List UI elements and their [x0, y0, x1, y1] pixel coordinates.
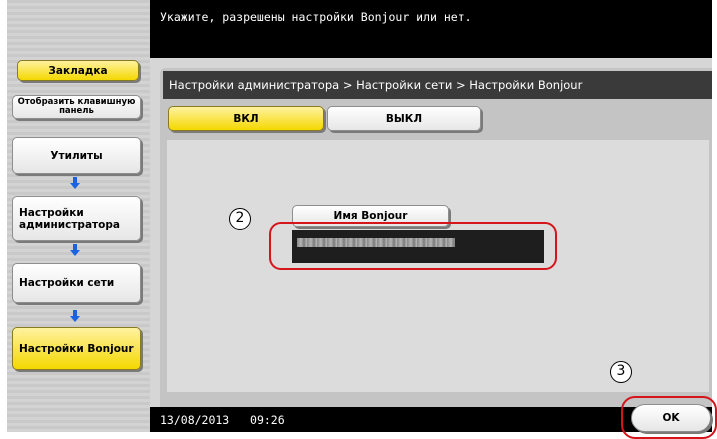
nav-bonjour-settings[interactable]: Настройки Bonjour: [12, 327, 141, 370]
time-text: 09:26: [250, 413, 285, 427]
datetime: 13/08/2013 09:26: [160, 413, 285, 427]
message-bar: Укажите, разрешены настройки Bonjour или…: [150, 0, 712, 58]
nav-network-settings-label: Настройки сети: [19, 277, 115, 289]
nav-network-settings[interactable]: Настройки сети: [12, 263, 141, 303]
toggle-on-button[interactable]: ВКЛ: [168, 106, 324, 131]
toggle-off-label: ВЫКЛ: [385, 112, 423, 125]
instruction-text: Укажите, разрешены настройки Bonjour или…: [160, 10, 472, 24]
bookmark-button[interactable]: Закладка: [17, 60, 139, 81]
nav-utilities-label: Утилиты: [50, 149, 103, 162]
nav-utilities[interactable]: Утилиты: [12, 137, 141, 174]
toggle-on-label: ВКЛ: [233, 112, 259, 125]
nav-admin-settings-label: Настройки администратора: [19, 206, 120, 231]
keyboard-panel-label: Отобразить клавишную панель: [17, 97, 136, 116]
step-2-callout: 2: [229, 208, 251, 230]
date-text: 13/08/2013: [160, 413, 230, 427]
bonjour-name-label: Имя Bonjour: [333, 210, 408, 222]
breadcrumb: Настройки администратора > Настройки сет…: [163, 71, 712, 99]
ok-highlight-frame: [621, 396, 717, 439]
toggle-off-button[interactable]: ВЫКЛ: [327, 106, 481, 131]
highlight-frame: [269, 222, 557, 270]
step-3-callout: 3: [610, 361, 632, 383]
keyboard-panel-button[interactable]: Отобразить клавишную панель: [12, 95, 141, 119]
nav-bonjour-settings-label: Настройки Bonjour: [19, 342, 134, 355]
nav-admin-settings[interactable]: Настройки администратора: [12, 196, 141, 241]
bookmark-label: Закладка: [48, 64, 108, 77]
